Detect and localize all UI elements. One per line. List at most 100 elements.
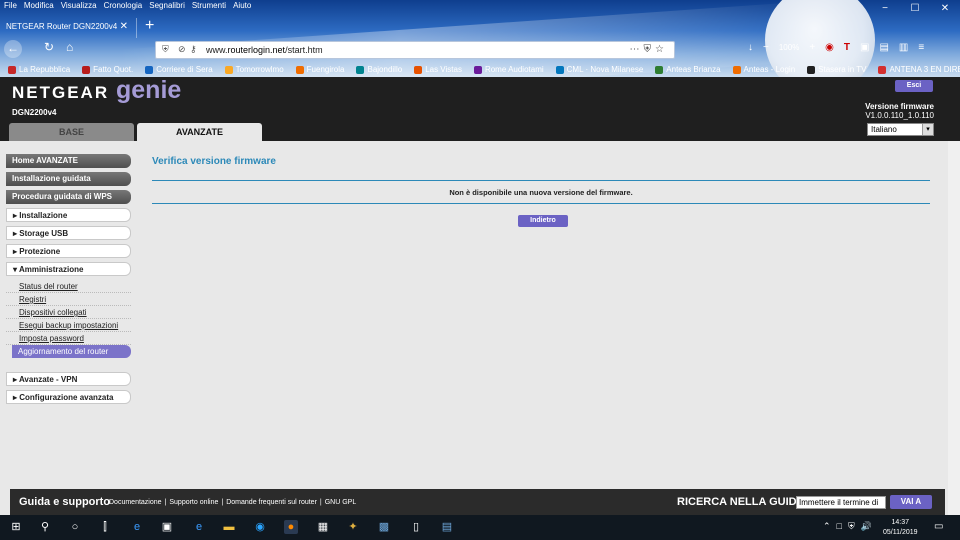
sidebar-item-advanced-config[interactable]: ▸ Configurazione avanzata (6, 390, 131, 404)
system-clock[interactable]: 14:37 05/11/2019 (883, 518, 918, 538)
sidebar-subitem-router-update[interactable]: Aggiornamento del router (12, 345, 131, 358)
app-icon[interactable]: ✦ (346, 520, 360, 534)
permissions-key-icon[interactable]: ⚷ (190, 44, 197, 55)
link-gnu-gpl[interactable]: GNU GPL (325, 499, 357, 506)
menu-history[interactable]: Cronologia (104, 1, 143, 10)
close-window-icon[interactable]: ✕ (930, 0, 960, 18)
back-button[interactable]: Indietro (518, 215, 568, 227)
insecure-lock-icon[interactable]: ⊘ (178, 44, 186, 55)
bookmark-item[interactable]: La Repubblica (8, 65, 70, 74)
menu-hamburger-icon[interactable]: ≡ (918, 42, 924, 53)
search-icon[interactable]: ⚲ (38, 520, 52, 534)
sidebar-subitem-password[interactable]: Imposta password (6, 332, 131, 345)
bookmark-item[interactable]: Rome Audiotami (473, 65, 544, 74)
ublock-icon[interactable]: ◉ (825, 42, 834, 53)
bookmark-favicon-icon (224, 65, 233, 74)
volume-icon[interactable]: 🔊 (861, 521, 872, 532)
menu-edit[interactable]: Modifica (24, 1, 54, 10)
sidebar-item-vpn[interactable]: ▸ Avanzate - VPN (6, 372, 131, 386)
new-tab-icon[interactable]: + (145, 17, 154, 35)
minimize-icon[interactable]: − (870, 0, 900, 18)
exit-button[interactable]: Esci (895, 80, 933, 92)
menu-tools[interactable]: Strumenti (192, 1, 226, 10)
library-icon[interactable]: ▤ (879, 42, 888, 53)
zoom-out-icon[interactable]: − (763, 42, 769, 53)
sidebar-icon[interactable]: ▥ (899, 42, 908, 53)
sidebar-item-setup[interactable]: ▸ Installazione (6, 208, 131, 222)
maximize-icon[interactable]: ☐ (900, 0, 930, 18)
bookmark-favicon-icon (807, 65, 816, 74)
language-select[interactable]: Italiano ▾ (867, 123, 934, 136)
internet-explorer-icon[interactable]: e (192, 520, 206, 534)
photos-icon[interactable]: ▩ (377, 520, 391, 534)
notification-icon[interactable]: ▭ (934, 521, 943, 532)
sidebar-item-home[interactable]: Home AVANZATE (6, 154, 131, 168)
help-search-button[interactable]: VAI A (890, 495, 932, 509)
tab-advanced[interactable]: AVANZATE (137, 123, 262, 141)
store-icon[interactable]: ▣ (160, 520, 174, 534)
bookmark-label: Corriere di Sera (156, 65, 213, 74)
sidebar-item-wizard[interactable]: Installazione guidata (6, 172, 131, 186)
address-bar[interactable]: ⛨ ⊘ ⚷ www.routerlogin.net/start.htm ⋯⛨☆ (155, 41, 675, 59)
tab-base[interactable]: BASE (9, 123, 134, 141)
network-icon[interactable]: □ (837, 521, 842, 532)
sidebar-item-admin[interactable]: ▾ Amministrazione (6, 262, 131, 276)
bookmark-item[interactable]: Tomorrowlmo (224, 65, 284, 74)
notepad-icon[interactable]: ▤ (440, 520, 454, 534)
tray-chevron-up-icon[interactable]: ⌃ (823, 521, 831, 532)
windows-start-icon[interactable]: ⊞ (9, 520, 23, 534)
mail-app-icon[interactable]: ◉ (253, 520, 267, 534)
help-search-input[interactable]: Immettere il termine di (796, 496, 886, 509)
zoom-level[interactable]: 100% (779, 43, 799, 52)
extension-t-icon[interactable]: T (844, 42, 850, 53)
link-router-faq[interactable]: Domande frequenti sul router (226, 499, 317, 506)
menu-bookmarks[interactable]: Segnalibri (149, 1, 185, 10)
browser-tab[interactable]: NETGEAR Router DGN2200v4 ✕ (2, 18, 137, 38)
bookmark-item[interactable]: Anteas - Login (732, 65, 795, 74)
document-icon[interactable]: ▯ (409, 520, 423, 534)
sidebar-item-wps[interactable]: Procedura guidata di WPS (6, 190, 131, 204)
cortana-icon[interactable]: ○ (68, 520, 82, 534)
menu-file[interactable]: File (4, 1, 17, 10)
sidebar-subitem-router-status[interactable]: Status del router (6, 280, 131, 293)
link-documentation[interactable]: Documentazione (109, 499, 162, 506)
file-explorer-icon[interactable]: ▬ (222, 520, 236, 534)
download-icon[interactable]: ↓ (748, 42, 753, 53)
bookmark-item[interactable]: Bajondillo (356, 65, 402, 74)
close-tab-icon[interactable]: ✕ (120, 21, 128, 32)
bookmark-item[interactable]: ANTENA 3 EN DIRECTO (878, 65, 960, 74)
page-actions-icon[interactable]: ⋯⛨☆ (630, 44, 668, 55)
reload-icon[interactable]: ↻ (44, 40, 54, 54)
sidebar-item-security[interactable]: ▸ Protezione (6, 244, 131, 258)
footer-title: Guida e supporto (19, 496, 111, 508)
bookmark-item[interactable]: Fuengirola (295, 65, 344, 74)
bookmark-item[interactable]: Corriere di Sera (145, 65, 213, 74)
sidebar-subitem-attached-devices[interactable]: Dispositivi collegati (6, 306, 131, 319)
edge-icon[interactable]: e (130, 520, 144, 534)
menu-help[interactable]: Aiuto (233, 1, 251, 10)
status-message: Non è disponibile una nuova versione del… (449, 188, 633, 197)
shield-icon[interactable]: ⛨ (162, 44, 169, 55)
sidebar-subitem-backup[interactable]: Esegui backup impostazioni (6, 319, 131, 332)
bookmark-item[interactable]: Las Vistas (414, 65, 462, 74)
extension-icon[interactable]: ▣ (860, 42, 869, 53)
security-icon[interactable]: ⛨ (848, 521, 855, 532)
bookmark-item[interactable]: Fatto Quot. (82, 65, 133, 74)
sidebar-item-usb[interactable]: ▸ Storage USB (6, 226, 131, 240)
calculator-icon[interactable]: ▦ (316, 520, 330, 534)
home-icon[interactable]: ⌂ (66, 40, 73, 54)
navigation-bar: ← ↻ ⌂ ⛨ ⊘ ⚷ www.routerlogin.net/start.ht… (0, 39, 960, 61)
link-online-support[interactable]: Supporto online (169, 499, 218, 506)
chevron-down-icon[interactable]: ▾ (922, 124, 933, 135)
task-view-icon[interactable]: ⫿ (98, 520, 112, 534)
scrollbar[interactable] (948, 141, 960, 515)
zoom-in-icon[interactable]: + (809, 42, 815, 53)
footer-links: Documentazione | Supporto online | Domande… (109, 499, 357, 506)
bookmark-item[interactable]: Stasera in TV (807, 65, 866, 74)
menu-view[interactable]: Visualizza (61, 1, 97, 10)
bookmark-item[interactable]: Anteas Brianza (655, 65, 721, 74)
back-arrow-icon[interactable]: ← (4, 40, 22, 58)
sidebar-subitem-logs[interactable]: Registri (6, 293, 131, 306)
firefox-icon[interactable]: ● (284, 520, 298, 534)
bookmark-item[interactable]: CML · Nova Milanese (555, 65, 643, 74)
